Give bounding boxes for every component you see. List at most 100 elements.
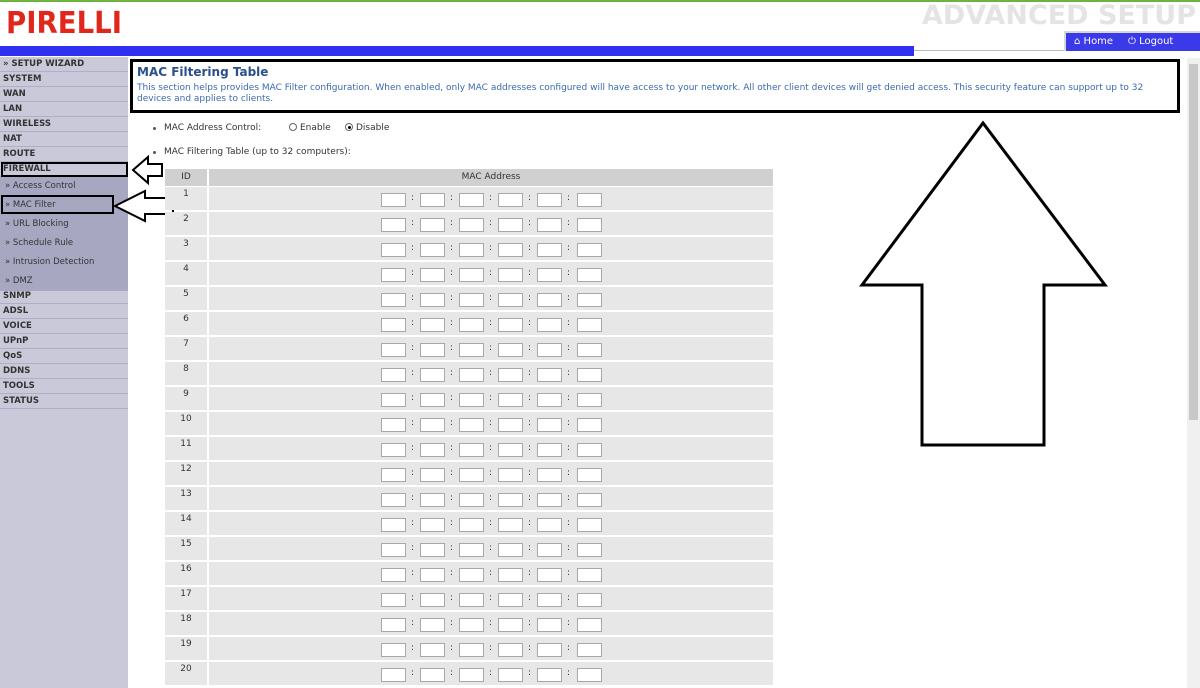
mac-octet-input[interactable]	[537, 268, 562, 282]
mac-octet-input[interactable]	[537, 318, 562, 332]
mac-octet-input[interactable]	[498, 193, 523, 207]
mac-octet-input[interactable]	[498, 418, 523, 432]
mac-octet-input[interactable]	[577, 543, 602, 557]
mac-octet-input[interactable]	[498, 218, 523, 232]
mac-octet-input[interactable]	[381, 318, 406, 332]
mac-octet-input[interactable]	[459, 568, 484, 582]
scrollbar-thumb[interactable]	[1189, 64, 1198, 420]
mac-octet-input[interactable]	[537, 193, 562, 207]
mac-octet-input[interactable]	[381, 543, 406, 557]
mac-octet-input[interactable]	[498, 243, 523, 257]
mac-octet-input[interactable]	[381, 493, 406, 507]
mac-octet-input[interactable]	[381, 468, 406, 482]
mac-octet-input[interactable]	[577, 293, 602, 307]
mac-octet-input[interactable]	[577, 193, 602, 207]
mac-octet-input[interactable]	[459, 593, 484, 607]
mac-octet-input[interactable]	[537, 518, 562, 532]
mac-octet-input[interactable]	[420, 293, 445, 307]
mac-octet-input[interactable]	[459, 393, 484, 407]
mac-octet-input[interactable]	[577, 593, 602, 607]
enable-radio[interactable]	[289, 123, 297, 131]
mac-octet-input[interactable]	[498, 568, 523, 582]
mac-octet-input[interactable]	[577, 518, 602, 532]
mac-octet-input[interactable]	[577, 268, 602, 282]
mac-octet-input[interactable]	[420, 193, 445, 207]
mac-octet-input[interactable]	[459, 418, 484, 432]
mac-octet-input[interactable]	[577, 343, 602, 357]
mac-octet-input[interactable]	[577, 318, 602, 332]
mac-octet-input[interactable]	[577, 668, 602, 682]
mac-octet-input[interactable]	[420, 393, 445, 407]
mac-octet-input[interactable]	[420, 643, 445, 657]
mac-octet-input[interactable]	[537, 568, 562, 582]
mac-octet-input[interactable]	[459, 268, 484, 282]
mac-octet-input[interactable]	[537, 618, 562, 632]
mac-octet-input[interactable]	[498, 618, 523, 632]
mac-octet-input[interactable]	[498, 443, 523, 457]
mac-octet-input[interactable]	[537, 243, 562, 257]
mac-octet-input[interactable]	[459, 543, 484, 557]
mac-octet-input[interactable]	[498, 268, 523, 282]
mac-octet-input[interactable]	[577, 643, 602, 657]
mac-octet-input[interactable]	[537, 343, 562, 357]
mac-octet-input[interactable]	[459, 668, 484, 682]
mac-octet-input[interactable]	[420, 368, 445, 382]
mac-octet-input[interactable]	[381, 643, 406, 657]
mac-octet-input[interactable]	[459, 443, 484, 457]
mac-octet-input[interactable]	[459, 518, 484, 532]
mac-octet-input[interactable]	[420, 418, 445, 432]
mac-octet-input[interactable]	[577, 493, 602, 507]
mac-octet-input[interactable]	[459, 368, 484, 382]
mac-octet-input[interactable]	[381, 418, 406, 432]
mac-octet-input[interactable]	[498, 668, 523, 682]
disable-radio[interactable]	[345, 123, 353, 131]
mac-octet-input[interactable]	[498, 368, 523, 382]
mac-octet-input[interactable]	[420, 543, 445, 557]
mac-octet-input[interactable]	[577, 368, 602, 382]
mac-octet-input[interactable]	[537, 543, 562, 557]
mac-octet-input[interactable]	[459, 218, 484, 232]
mac-octet-input[interactable]	[420, 218, 445, 232]
mac-octet-input[interactable]	[537, 443, 562, 457]
mac-octet-input[interactable]	[498, 343, 523, 357]
mac-octet-input[interactable]	[381, 443, 406, 457]
mac-octet-input[interactable]	[381, 593, 406, 607]
mac-octet-input[interactable]	[537, 668, 562, 682]
mac-octet-input[interactable]	[498, 293, 523, 307]
vertical-scrollbar[interactable]	[1187, 58, 1200, 688]
mac-octet-input[interactable]	[537, 418, 562, 432]
mac-octet-input[interactable]	[420, 268, 445, 282]
mac-octet-input[interactable]	[459, 493, 484, 507]
mac-octet-input[interactable]	[381, 568, 406, 582]
mac-octet-input[interactable]	[420, 593, 445, 607]
mac-octet-input[interactable]	[420, 443, 445, 457]
mac-octet-input[interactable]	[577, 218, 602, 232]
mac-octet-input[interactable]	[420, 618, 445, 632]
mac-octet-input[interactable]	[381, 268, 406, 282]
mac-octet-input[interactable]	[420, 568, 445, 582]
mac-octet-input[interactable]	[459, 468, 484, 482]
mac-octet-input[interactable]	[381, 343, 406, 357]
mac-octet-input[interactable]	[381, 243, 406, 257]
mac-octet-input[interactable]	[459, 193, 484, 207]
mac-octet-input[interactable]	[420, 493, 445, 507]
mac-octet-input[interactable]	[420, 318, 445, 332]
mac-octet-input[interactable]	[577, 243, 602, 257]
mac-octet-input[interactable]	[498, 393, 523, 407]
mac-octet-input[interactable]	[577, 443, 602, 457]
mac-octet-input[interactable]	[459, 293, 484, 307]
mac-octet-input[interactable]	[420, 243, 445, 257]
mac-octet-input[interactable]	[420, 468, 445, 482]
mac-octet-input[interactable]	[498, 468, 523, 482]
mac-octet-input[interactable]	[498, 518, 523, 532]
mac-octet-input[interactable]	[459, 318, 484, 332]
mac-octet-input[interactable]	[577, 468, 602, 482]
mac-octet-input[interactable]	[381, 618, 406, 632]
mac-octet-input[interactable]	[381, 368, 406, 382]
mac-octet-input[interactable]	[498, 493, 523, 507]
mac-octet-input[interactable]	[381, 518, 406, 532]
mac-octet-input[interactable]	[577, 568, 602, 582]
mac-octet-input[interactable]	[498, 318, 523, 332]
mac-octet-input[interactable]	[420, 518, 445, 532]
mac-octet-input[interactable]	[420, 343, 445, 357]
